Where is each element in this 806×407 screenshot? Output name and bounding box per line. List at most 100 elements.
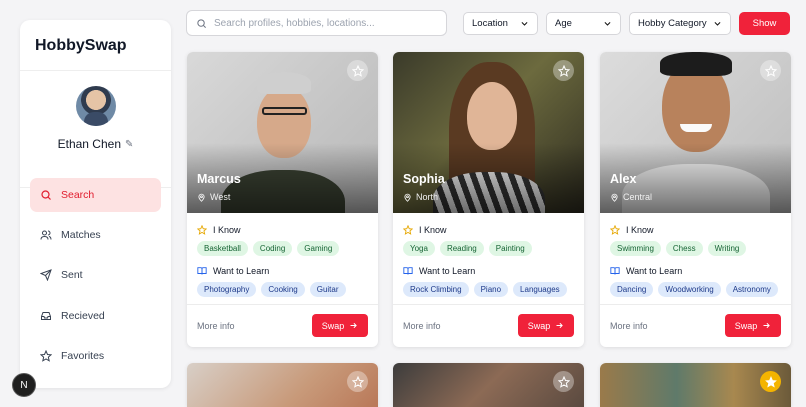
card-divider xyxy=(393,304,584,305)
avatar[interactable] xyxy=(76,86,116,126)
sidebar: HobbySwap Ethan Chen ✎ Search Matches Sen… xyxy=(20,20,171,388)
profile-card: Alex Central I Know Swimming Chess Writi… xyxy=(600,52,791,347)
sidebar-item-sent[interactable]: Sent xyxy=(30,258,161,292)
sidebar-item-search[interactable]: Search xyxy=(30,178,161,212)
sidebar-item-label: Matches xyxy=(61,229,101,241)
hobby-category-select-value: Hobby Category xyxy=(638,18,707,29)
profile-photo[interactable] xyxy=(600,363,791,407)
profile-name: Marcus xyxy=(197,172,241,186)
profile-location-text: West xyxy=(210,192,231,202)
card-divider xyxy=(600,304,791,305)
location-select-value: Location xyxy=(472,18,508,29)
hobby-tag[interactable]: Coding xyxy=(252,241,293,256)
age-select-value: Age xyxy=(555,18,572,29)
search-input[interactable] xyxy=(214,17,434,29)
edit-icon[interactable]: ✎ xyxy=(125,139,133,150)
brand-logo[interactable]: HobbySwap xyxy=(35,37,127,55)
hobby-tag[interactable]: Languages xyxy=(513,282,567,297)
sidebar-item-matches[interactable]: Matches xyxy=(30,218,161,252)
profile-photo[interactable]: Sophia North xyxy=(393,52,584,213)
favorite-button[interactable] xyxy=(760,60,781,81)
favorite-button[interactable] xyxy=(760,371,781,392)
hobby-tag[interactable]: Gaming xyxy=(297,241,340,256)
swap-button[interactable]: Swap xyxy=(518,314,574,337)
star-icon xyxy=(351,375,364,388)
profile-location: West xyxy=(197,192,230,202)
star-icon xyxy=(764,375,777,388)
book-icon xyxy=(403,267,413,275)
star-icon xyxy=(403,225,413,235)
chevron-down-icon xyxy=(521,22,528,26)
profile-card xyxy=(600,363,791,407)
profile-card: Sophia North I Know Yoga Reading Paintin… xyxy=(393,52,584,347)
more-info-link[interactable]: More info xyxy=(610,321,648,331)
learn-tags: Dancing Woodworking Astronomy xyxy=(610,282,778,297)
floating-n-button[interactable]: N xyxy=(12,373,36,397)
i-know-heading: I Know xyxy=(403,225,447,235)
hobby-tag[interactable]: Cooking xyxy=(261,282,305,297)
profile-location-text: Central xyxy=(623,192,653,202)
favorite-button[interactable] xyxy=(347,371,368,392)
star-icon xyxy=(764,64,777,77)
chevron-down-icon xyxy=(714,22,721,26)
hobby-tag[interactable]: Photography xyxy=(197,282,257,297)
sidebar-item-favorites[interactable]: Favorites xyxy=(30,339,161,373)
show-button[interactable]: Show xyxy=(739,12,790,35)
arrow-right-icon xyxy=(556,322,564,329)
swap-label: Swap xyxy=(734,320,758,331)
hobby-tag[interactable]: Piano xyxy=(473,282,509,297)
profile-card xyxy=(187,363,378,407)
want-to-learn-heading: Want to Learn xyxy=(403,266,475,276)
hobby-tag[interactable]: Reading xyxy=(439,241,484,256)
want-to-learn-label: Want to Learn xyxy=(419,266,476,276)
profile-name: Sophia xyxy=(403,172,445,186)
more-info-link[interactable]: More info xyxy=(403,321,441,331)
profile-card: Marcus West I Know Basketball Coding Gam… xyxy=(187,52,378,347)
hobby-tag[interactable]: Dancing xyxy=(610,282,654,297)
swap-button[interactable]: Swap xyxy=(725,314,781,337)
hobby-tag[interactable]: Chess xyxy=(665,241,703,256)
want-to-learn-heading: Want to Learn xyxy=(197,266,269,276)
favorite-button[interactable] xyxy=(553,60,574,81)
profile-photo[interactable] xyxy=(187,363,378,407)
user-name-text: Ethan Chen xyxy=(57,137,121,151)
favorite-button[interactable] xyxy=(347,60,368,81)
hobby-tag[interactable]: Astronomy xyxy=(725,282,778,297)
users-icon xyxy=(40,230,52,240)
send-icon xyxy=(40,269,52,281)
age-select[interactable]: Age xyxy=(546,12,621,35)
swap-label: Swap xyxy=(321,320,345,331)
sidebar-divider xyxy=(20,70,171,71)
map-pin-icon xyxy=(198,193,205,202)
profile-photo[interactable] xyxy=(393,363,584,407)
search-bar[interactable] xyxy=(186,10,447,36)
book-icon xyxy=(610,267,620,275)
arrow-right-icon xyxy=(763,322,771,329)
hobby-tag[interactable]: Basketball xyxy=(197,241,248,256)
profile-photo[interactable]: Marcus West xyxy=(187,52,378,213)
profile-photo[interactable]: Alex Central xyxy=(600,52,791,213)
i-know-heading: I Know xyxy=(197,225,241,235)
hobby-tag[interactable]: Woodworking xyxy=(658,282,721,297)
hobby-tag[interactable]: Swimming xyxy=(610,241,661,256)
swap-label: Swap xyxy=(527,320,551,331)
user-name: Ethan Chen ✎ xyxy=(20,137,171,151)
favorite-button[interactable] xyxy=(553,371,574,392)
hobby-tag[interactable]: Rock Climbing xyxy=(403,282,469,297)
hobby-tag[interactable]: Painting xyxy=(488,241,532,256)
more-info-link[interactable]: More info xyxy=(197,321,235,331)
hobby-category-select[interactable]: Hobby Category xyxy=(629,12,731,35)
i-know-heading: I Know xyxy=(610,225,654,235)
profile-name: Alex xyxy=(610,172,637,186)
location-select[interactable]: Location xyxy=(463,12,538,35)
sidebar-item-label: Search xyxy=(61,189,95,201)
sidebar-item-recieved[interactable]: Recieved xyxy=(30,299,161,333)
card-divider xyxy=(187,304,378,305)
hobby-tag[interactable]: Guitar xyxy=(309,282,346,297)
hobby-tag[interactable]: Yoga xyxy=(403,241,435,256)
profile-location: Central xyxy=(610,192,652,202)
swap-button[interactable]: Swap xyxy=(312,314,368,337)
star-icon xyxy=(351,64,364,77)
profile-location-text: North xyxy=(416,192,439,202)
hobby-tag[interactable]: Writing xyxy=(707,241,747,256)
